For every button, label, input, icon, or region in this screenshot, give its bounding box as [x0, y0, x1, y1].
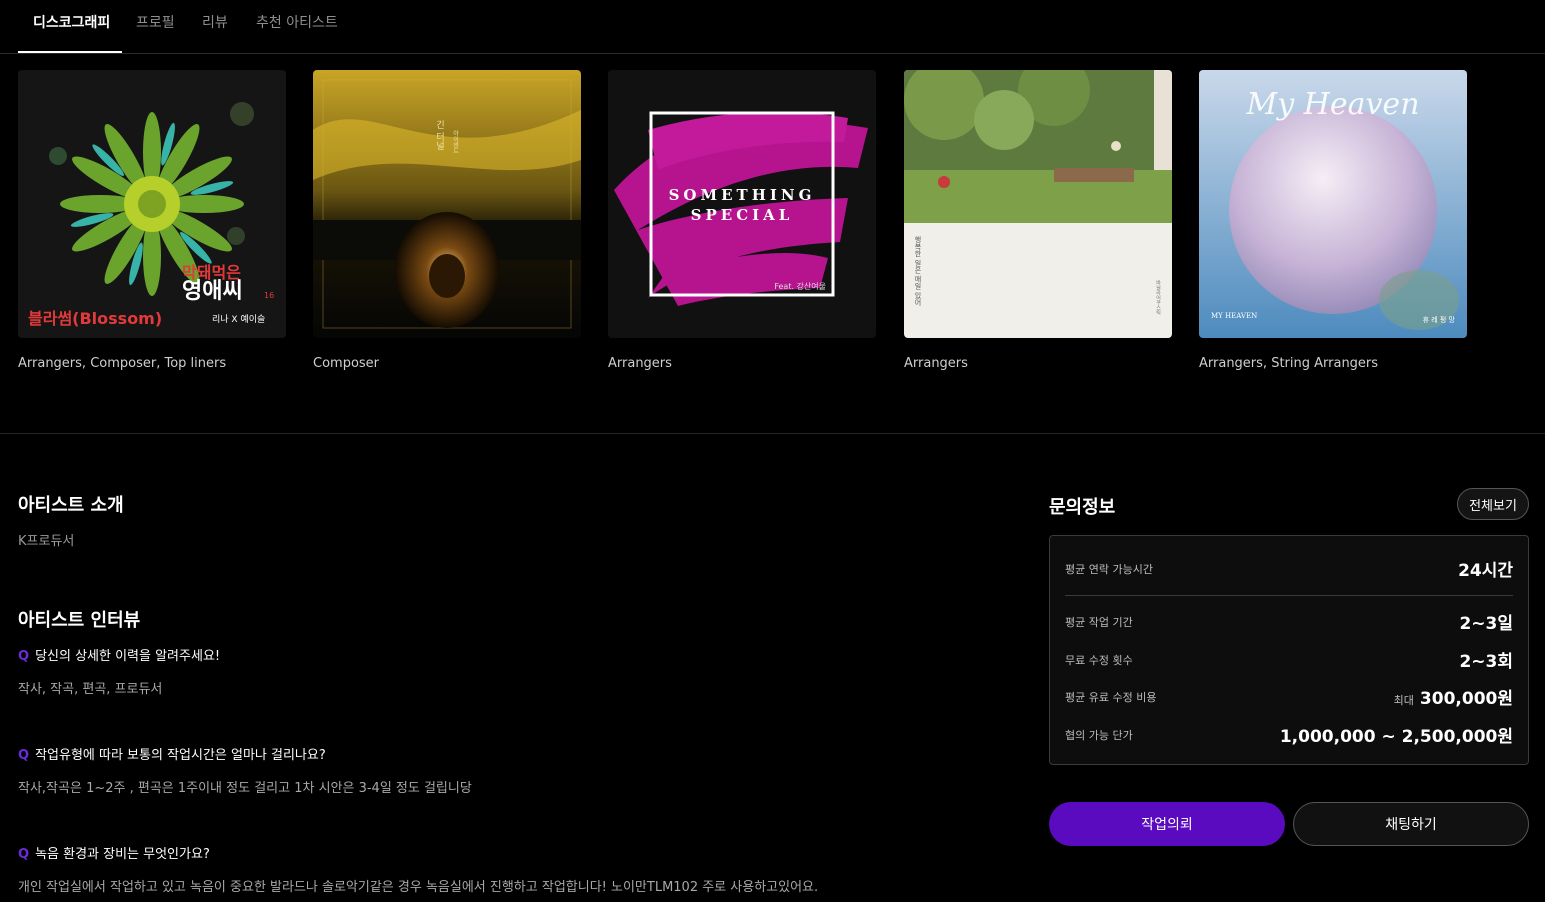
- interview-question: Q 녹음 환경과 장비는 무엇인가요?: [18, 843, 210, 862]
- q-mark: Q: [18, 748, 30, 763]
- contact-info-box: 평균 연락 가능시간 24시간 평균 작업 기간 2~3일 무료 수정 횟수 2…: [1049, 535, 1529, 765]
- tab-bar: 디스코그래피 프로필 리뷰 추천 아티스트: [0, 0, 1545, 54]
- svg-text:영애씨: 영애씨: [182, 279, 243, 304]
- contact-label: 평균 연락 가능시간: [1065, 562, 1153, 576]
- svg-text:Feat. 강산여울: Feat. 강산여울: [774, 281, 826, 291]
- contact-label: 무료 수정 횟수: [1065, 653, 1133, 667]
- album-role: Arrangers: [904, 356, 968, 371]
- interview-answer: 개인 작업실에서 작업하고 있고 녹음이 중요한 발라드나 솔로악기같은 경우 …: [18, 880, 819, 895]
- q-mark: Q: [18, 847, 30, 862]
- contact-row: 평균 작업 기간 2~3일: [1065, 609, 1513, 634]
- contact-row: 평균 유료 수정 비용 최대 300,000원: [1065, 684, 1513, 709]
- value-prefix: 최대: [1393, 694, 1414, 707]
- contact-info-title: 문의정보: [1049, 497, 1116, 518]
- svg-text:바닐라어쿠스틱: 바닐라어쿠스틱: [1155, 279, 1161, 316]
- contact-value: 1,000,000 ~ 2,500,000원: [1279, 727, 1513, 747]
- interview-question: Q 당신의 상세한 이력을 알려주세요!: [18, 645, 220, 664]
- album-card[interactable]: SOMETHING SPECIAL Feat. 강산여울 Arrangers: [608, 70, 876, 371]
- album-card[interactable]: 긴 터널 아이엔드 Composer: [313, 70, 581, 371]
- svg-text:SPECIAL: SPECIAL: [691, 206, 794, 224]
- contact-label: 협의 가능 단가: [1065, 728, 1133, 742]
- interview-answer: 작사, 작곡, 편곡, 프로듀서: [18, 682, 163, 697]
- artist-intro-text: K프로듀서: [18, 534, 75, 549]
- tab-profile[interactable]: 프로필: [136, 12, 175, 32]
- album-cover[interactable]: SOMETHING SPECIAL Feat. 강산여울: [608, 70, 876, 338]
- svg-text:16: 16: [264, 291, 274, 300]
- svg-text:긴 터널: 긴 터널: [434, 120, 444, 150]
- album-cover[interactable]: 긴 터널 아이엔드: [313, 70, 581, 338]
- album-cover[interactable]: 막돼먹은 영애씨 16 블라썸(Blossom) 리나 X 예이슬: [18, 70, 286, 338]
- album-role: Composer: [313, 356, 380, 371]
- album-role: Arrangers, String Arrangers: [1199, 356, 1379, 371]
- contact-row: 평균 연락 가능시간 24시간: [1065, 556, 1513, 581]
- artist-interview-title: 아티스트 인터뷰: [18, 610, 141, 631]
- contact-divider: [1065, 595, 1513, 596]
- chat-button[interactable]: 채팅하기: [1293, 802, 1529, 846]
- tab-discography[interactable]: 디스코그래피: [33, 12, 110, 32]
- question-text: 작업유형에 따라 보통의 작업시간은 얼마나 걸리나요?: [35, 748, 326, 763]
- view-all-button[interactable]: 전체보기: [1457, 488, 1529, 520]
- q-mark: Q: [18, 649, 30, 664]
- contact-row: 무료 수정 횟수 2~3회: [1065, 647, 1513, 672]
- tab-recommended-artists[interactable]: 추천 아티스트: [256, 12, 338, 32]
- album-cover[interactable]: 행복한 일은 매일 있어 바닐라어쿠스틱: [904, 70, 1172, 338]
- svg-text:아이엔드: 아이엔드: [452, 129, 459, 154]
- artist-intro-title: 아티스트 소개: [18, 495, 124, 516]
- contact-value: 2~3회: [1459, 652, 1513, 672]
- album-role: Arrangers: [608, 356, 672, 371]
- svg-text:휴 레 펑 망: 휴 레 펑 망: [1423, 315, 1456, 324]
- question-text: 녹음 환경과 장비는 무엇인가요?: [35, 847, 210, 862]
- contact-value: 2~3일: [1459, 614, 1513, 634]
- svg-text:MY HEAVEN: MY HEAVEN: [1211, 312, 1257, 320]
- question-text: 당신의 상세한 이력을 알려주세요!: [35, 649, 221, 664]
- svg-text:My Heaven: My Heaven: [1245, 87, 1419, 122]
- section-divider: [0, 433, 1545, 434]
- album-card[interactable]: 막돼먹은 영애씨 16 블라썸(Blossom) 리나 X 예이슬 Arrang…: [18, 70, 286, 371]
- svg-text:SOMETHING: SOMETHING: [669, 186, 816, 204]
- contact-row: 협의 가능 단가 1,000,000 ~ 2,500,000원: [1065, 722, 1513, 747]
- album-role: Arrangers, Composer, Top liners: [18, 356, 227, 371]
- svg-text:행복한 일은 매일 있어: 행복한 일은 매일 있어: [914, 235, 922, 307]
- contact-label: 평균 유료 수정 비용: [1065, 690, 1157, 704]
- interview-question: Q 작업유형에 따라 보통의 작업시간은 얼마나 걸리나요?: [18, 744, 326, 763]
- contact-value: 24시간: [1458, 561, 1513, 581]
- request-work-button[interactable]: 작업의뢰: [1049, 802, 1285, 846]
- album-card[interactable]: My Heaven MY HEAVEN 휴 레 펑 망 Arrangers, S…: [1199, 70, 1467, 371]
- tab-reviews[interactable]: 리뷰: [202, 12, 228, 32]
- svg-text:블라썸(Blossom): 블라썸(Blossom): [28, 309, 162, 328]
- album-cover[interactable]: My Heaven MY HEAVEN 휴 레 펑 망: [1199, 70, 1467, 338]
- active-tab-indicator: [18, 51, 122, 53]
- contact-label: 평균 작업 기간: [1065, 615, 1133, 629]
- interview-answer: 작사,작곡은 1~2주 , 편곡은 1주이내 정도 걸리고 1차 시안은 3-4…: [18, 781, 472, 796]
- album-card[interactable]: 행복한 일은 매일 있어 바닐라어쿠스틱 Arrangers: [904, 70, 1172, 371]
- contact-value: 최대 300,000원: [1393, 689, 1513, 709]
- svg-text:리나 X 예이슬: 리나 X 예이슬: [212, 314, 265, 325]
